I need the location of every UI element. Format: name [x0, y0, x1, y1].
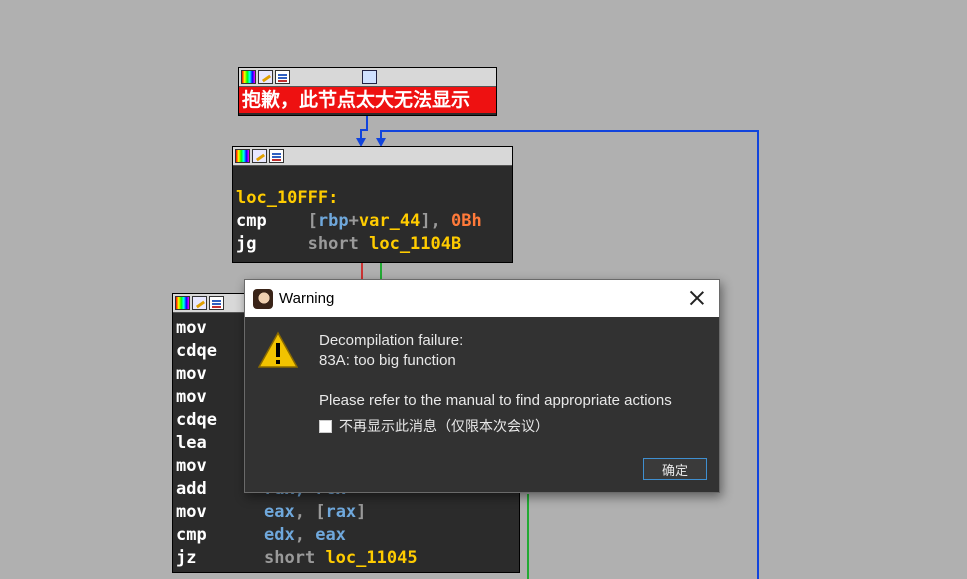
mnemonic: jz [176, 548, 197, 568]
mnemonic: mov [176, 364, 207, 384]
mnemonic: lea [176, 433, 207, 453]
graph-node-loc-10fff[interactable]: loc_10FFF: cmp [rbp+var_44], 0Bh jg short … [232, 146, 513, 263]
jump-target[interactable]: loc_1104B [369, 234, 461, 254]
graph-view-icon[interactable] [209, 296, 224, 310]
register: rbp [317, 211, 349, 231]
node-toolbar [239, 68, 496, 87]
node-error-text: 抱歉，此节点太大无法显示 [239, 87, 496, 113]
mnemonic: cmp [176, 525, 207, 545]
mnemonic: mov [176, 502, 207, 522]
message-line-2: 83A: too big function [319, 352, 456, 369]
edit-icon[interactable] [258, 70, 273, 84]
dont-show-again-row[interactable]: 不再显示此消息（仅限本次会议） [319, 416, 549, 436]
graph-node-too-big[interactable]: 抱歉，此节点太大无法显示 [238, 67, 497, 116]
color-icon[interactable] [235, 149, 250, 163]
message-line-1: Decompilation failure: [319, 332, 464, 349]
warning-dialog[interactable]: Warning Decompilation failure: 83A: too … [244, 279, 720, 493]
mnemonic: add [176, 479, 207, 499]
color-icon[interactable] [175, 296, 190, 310]
mnemonic: cdqe [176, 341, 217, 361]
dialog-titlebar[interactable]: Warning [245, 280, 719, 317]
mnemonic: mov [176, 318, 207, 338]
edit-icon[interactable] [192, 296, 207, 310]
mnemonic: mov [176, 387, 207, 407]
mnemonic: cmp [236, 211, 267, 231]
jump-target[interactable]: loc_11045 [325, 548, 417, 568]
color-icon[interactable] [241, 70, 256, 84]
mnemonic: mov [176, 456, 207, 476]
loc-label[interactable]: loc_10FFF: [236, 188, 338, 208]
node-code: mov cdqe mov mov cdqe lea mov add mov cmp jz [176, 317, 217, 570]
dont-show-again-checkbox[interactable] [319, 419, 332, 433]
variable[interactable]: var_44 [359, 211, 420, 231]
immediate: 0Bh [451, 211, 482, 231]
mnemonic: jg [236, 234, 257, 254]
node-code: loc_10FFF: cmp [rbp+var_44], 0Bh jg short … [236, 188, 482, 254]
ok-button[interactable]: 确定 [643, 458, 707, 480]
app-avatar-icon [253, 288, 273, 309]
mnemonic: cdqe [176, 410, 217, 430]
dialog-title: Warning [279, 290, 335, 307]
node-toolbar [233, 147, 512, 166]
close-icon[interactable] [687, 288, 707, 308]
graph-view-icon[interactable] [269, 149, 284, 163]
message-line-3: Please refer to the manual to find appro… [319, 392, 672, 409]
edit-icon[interactable] [252, 149, 267, 163]
graph-view-icon[interactable] [275, 70, 290, 84]
group-icon[interactable] [362, 70, 377, 84]
warning-icon [258, 331, 298, 368]
checkbox-label[interactable]: 不再显示此消息（仅限本次会议） [339, 416, 549, 436]
